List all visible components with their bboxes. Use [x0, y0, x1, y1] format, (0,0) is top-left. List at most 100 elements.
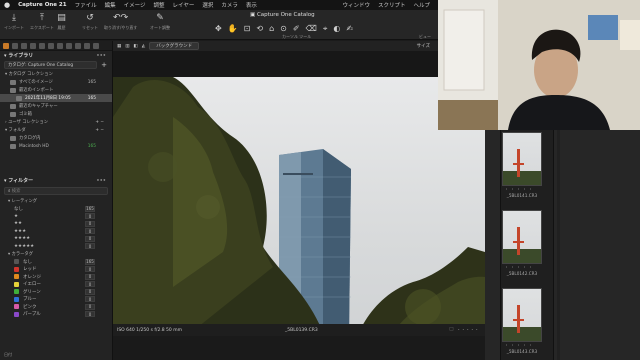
filters-header[interactable]: ▾ フィルター •••	[0, 176, 112, 185]
history-button[interactable]: ▤ 履歴	[56, 12, 67, 31]
color-purple[interactable]: パープル 0	[0, 311, 112, 319]
rating-header[interactable]: ▾ レーティング	[0, 197, 112, 205]
color-tag-icon[interactable]: □	[449, 327, 453, 333]
thumbnail-rating[interactable]: ・・・・・	[502, 342, 542, 349]
image-viewer[interactable]	[113, 51, 485, 324]
menu-layer[interactable]: レイヤー	[173, 1, 195, 9]
rating-none[interactable]: なし 165	[0, 205, 112, 213]
color-green[interactable]: グリーン 0	[0, 288, 112, 296]
rotate-cursor-icon[interactable]: ⟲	[256, 24, 263, 34]
import-icon: ⤓	[12, 12, 16, 23]
metadata-tab-icon[interactable]	[75, 42, 81, 49]
history-icon: ▤	[57, 12, 66, 23]
catalog-collection-header[interactable]: ▾ カタログ コレクション	[0, 70, 112, 78]
auto-adjust-button[interactable]: ✎ オート調整	[150, 12, 170, 31]
menu-file[interactable]: ファイル	[75, 1, 97, 9]
rating-2[interactable]: ★★ 0	[0, 220, 112, 228]
compare-icon[interactable]: ▥	[125, 44, 129, 49]
rating-4[interactable]: ★★★★ 0	[0, 235, 112, 243]
rating-5[interactable]: ★★★★★ 0	[0, 243, 112, 251]
reset-button[interactable]: ↺ リセット	[82, 12, 98, 31]
filter-search-input[interactable]: ⌕ 検索	[4, 187, 108, 195]
collection-recent-imports[interactable]: 最近のインポート	[0, 86, 112, 94]
thumbnail-image[interactable]	[502, 288, 542, 342]
keystone-cursor-icon[interactable]: ⌂	[269, 24, 274, 34]
color-swatch	[14, 274, 19, 280]
menu-adjust[interactable]: 調整	[154, 1, 165, 9]
filmstrip-scrollbar[interactable]	[557, 130, 560, 360]
menu-window[interactable]: ウィンドウ	[342, 1, 370, 9]
styles-tab-icon[interactable]	[93, 42, 99, 49]
spot-cursor-icon[interactable]: ⊙	[280, 24, 287, 34]
color-red[interactable]: レッド 0	[0, 266, 112, 274]
select-cursor-icon[interactable]: ✥	[215, 24, 222, 34]
menu-camera[interactable]: カメラ	[221, 1, 238, 9]
library-header[interactable]: ▾ ライブラリ •••	[0, 51, 112, 60]
color-blue[interactable]: ブルー 0	[0, 296, 112, 304]
more-icon[interactable]: •••	[96, 53, 106, 59]
menu-image[interactable]: イメージ	[124, 1, 146, 9]
local-tab-icon[interactable]	[57, 42, 63, 49]
exposure-warning-icon[interactable]: ◭	[142, 44, 145, 49]
undo-redo-button[interactable]: ↶↷ 取り消す/やり直す	[104, 12, 137, 31]
thumbnail-1[interactable]: ・・・・・ _5BL0141.CR3	[502, 132, 542, 198]
pan-cursor-icon[interactable]: ✋	[228, 24, 238, 34]
wb-cursor-icon[interactable]: ◐	[333, 24, 340, 34]
menu-help[interactable]: ヘルプ	[413, 1, 430, 9]
folders-header[interactable]: ▾ フォルダ + −	[0, 126, 112, 134]
apple-icon[interactable]: ●	[4, 1, 10, 9]
thumbnail-rating[interactable]: ・・・・・	[502, 264, 542, 271]
more-icon[interactable]: •••	[96, 178, 106, 184]
import-button[interactable]: ⤓ インポート	[4, 12, 24, 31]
library-tab-icon[interactable]	[3, 42, 9, 49]
grid-view-icon[interactable]: ▦	[117, 44, 121, 49]
menu-select[interactable]: 選択	[202, 1, 213, 9]
exposure-tab-icon[interactable]	[39, 42, 45, 49]
collection-trash[interactable]: ゴミ箱	[0, 110, 112, 118]
thumbnail-image[interactable]	[502, 210, 542, 264]
collection-recent-captures[interactable]: 最近のキャプチャー	[0, 102, 112, 110]
menu-view[interactable]: 表示	[246, 1, 257, 9]
date-filter-label[interactable]: 日付	[4, 352, 12, 358]
color-tag-header[interactable]: ▾ カラータグ	[0, 250, 112, 258]
add-icon[interactable]: +	[101, 61, 107, 69]
batch-tab-icon[interactable]	[84, 42, 90, 49]
rating-controls[interactable]: □ ・・・・・	[449, 327, 479, 333]
thumbnail-image[interactable]	[502, 132, 542, 186]
menu-edit[interactable]: 編集	[105, 1, 116, 9]
export-button[interactable]: ⤒ エクスポート	[30, 12, 54, 31]
eraser-cursor-icon[interactable]: ⌫	[306, 24, 317, 34]
folder-in-catalog[interactable]: カタログ内	[0, 134, 112, 142]
background-selector[interactable]: バックグラウンド	[149, 42, 200, 50]
add-folder-icon[interactable]: + −	[95, 128, 104, 133]
annotate-cursor-icon[interactable]: ✍	[346, 24, 353, 34]
thumbnail-rating[interactable]: ・・・・・	[502, 186, 542, 193]
rating-1[interactable]: ★ 0	[0, 213, 112, 221]
capture-tab-icon[interactable]	[12, 42, 18, 49]
rating-3[interactable]: ★★★ 0	[0, 228, 112, 236]
output-tab-icon[interactable]	[66, 42, 72, 49]
menu-app-name[interactable]: Capture One 21	[18, 2, 66, 8]
thumbnail-3[interactable]: ・・・・・ _5BL0143.CR3	[502, 288, 542, 354]
color-yellow[interactable]: イエロー 0	[0, 281, 112, 289]
lens-tab-icon[interactable]	[21, 42, 27, 49]
user-collection-header[interactable]: › ユーザ コレクション + −	[0, 118, 112, 126]
picker-cursor-icon[interactable]: ⌖	[323, 24, 328, 34]
rating-stars[interactable]: ・・・・・	[457, 327, 480, 333]
add-collection-icon[interactable]: + −	[95, 120, 104, 125]
folder-macintosh-hd[interactable]: Macintosh HD 165	[0, 142, 112, 150]
brush-cursor-icon[interactable]: ✐	[293, 24, 300, 34]
crop-cursor-icon[interactable]: ⊡	[244, 24, 251, 34]
color-none[interactable]: なし 165	[0, 258, 112, 266]
collection-import-date[interactable]: 2021年11月8日 19:05 165	[0, 94, 112, 102]
color-pink[interactable]: ピンク 0	[0, 303, 112, 311]
details-tab-icon[interactable]	[48, 42, 54, 49]
menu-script[interactable]: スクリプト	[378, 1, 406, 9]
color-tab-icon[interactable]	[30, 42, 36, 49]
main-photo[interactable]	[113, 77, 485, 324]
catalog-selector[interactable]: カタログ: Capture One Catalog	[4, 61, 98, 69]
proof-icon[interactable]: ◧	[134, 44, 138, 49]
color-orange[interactable]: オレンジ 0	[0, 273, 112, 281]
collection-all-images[interactable]: すべてのイメージ 165	[0, 78, 112, 86]
thumbnail-2[interactable]: ・・・・・ _5BL0142.CR3	[502, 210, 542, 276]
